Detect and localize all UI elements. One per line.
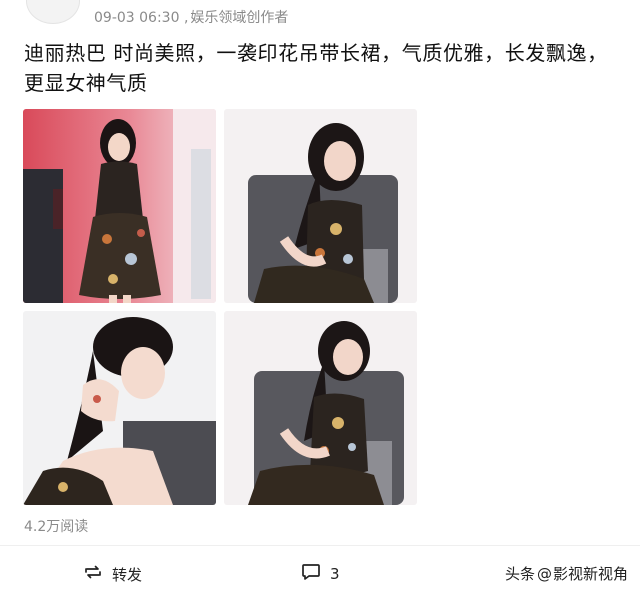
post-header: 09-03 06:30 , 娱乐领域创作者 [0,0,640,32]
repost-icon [82,561,112,587]
post-meta: 09-03 06:30 , 娱乐领域创作者 [94,7,288,27]
meta-separator: , [183,10,189,26]
read-count: 4.2万阅读 [24,519,89,535]
watermark-brand: 头条 [504,565,535,583]
photo-grid [23,109,418,505]
photo-2[interactable] [224,109,417,303]
avatar[interactable] [26,0,80,24]
post-date-time: 09-03 06:30 [94,10,180,26]
photo-3[interactable] [23,311,216,505]
divider [0,545,640,546]
watermark: 头条 @ 影视新视角 [505,563,628,584]
watermark-account: 影视新视角 [552,565,628,583]
share-label: 转发 [112,565,143,584]
watermark-at: @ [536,564,552,583]
photo-1[interactable] [23,109,216,303]
post-text: 迪丽热巴 时尚美照，一袭印花吊带长裙，气质优雅，长发飘逸，更显女神气质 [24,41,608,95]
share-button[interactable]: 转发 [82,562,142,586]
comment-icon [300,561,330,587]
comment-button[interactable]: 3 [300,562,340,586]
comment-count: 3 [330,565,340,583]
photo-4[interactable] [224,311,417,505]
author-tag: 娱乐领域创作者 [190,10,289,26]
